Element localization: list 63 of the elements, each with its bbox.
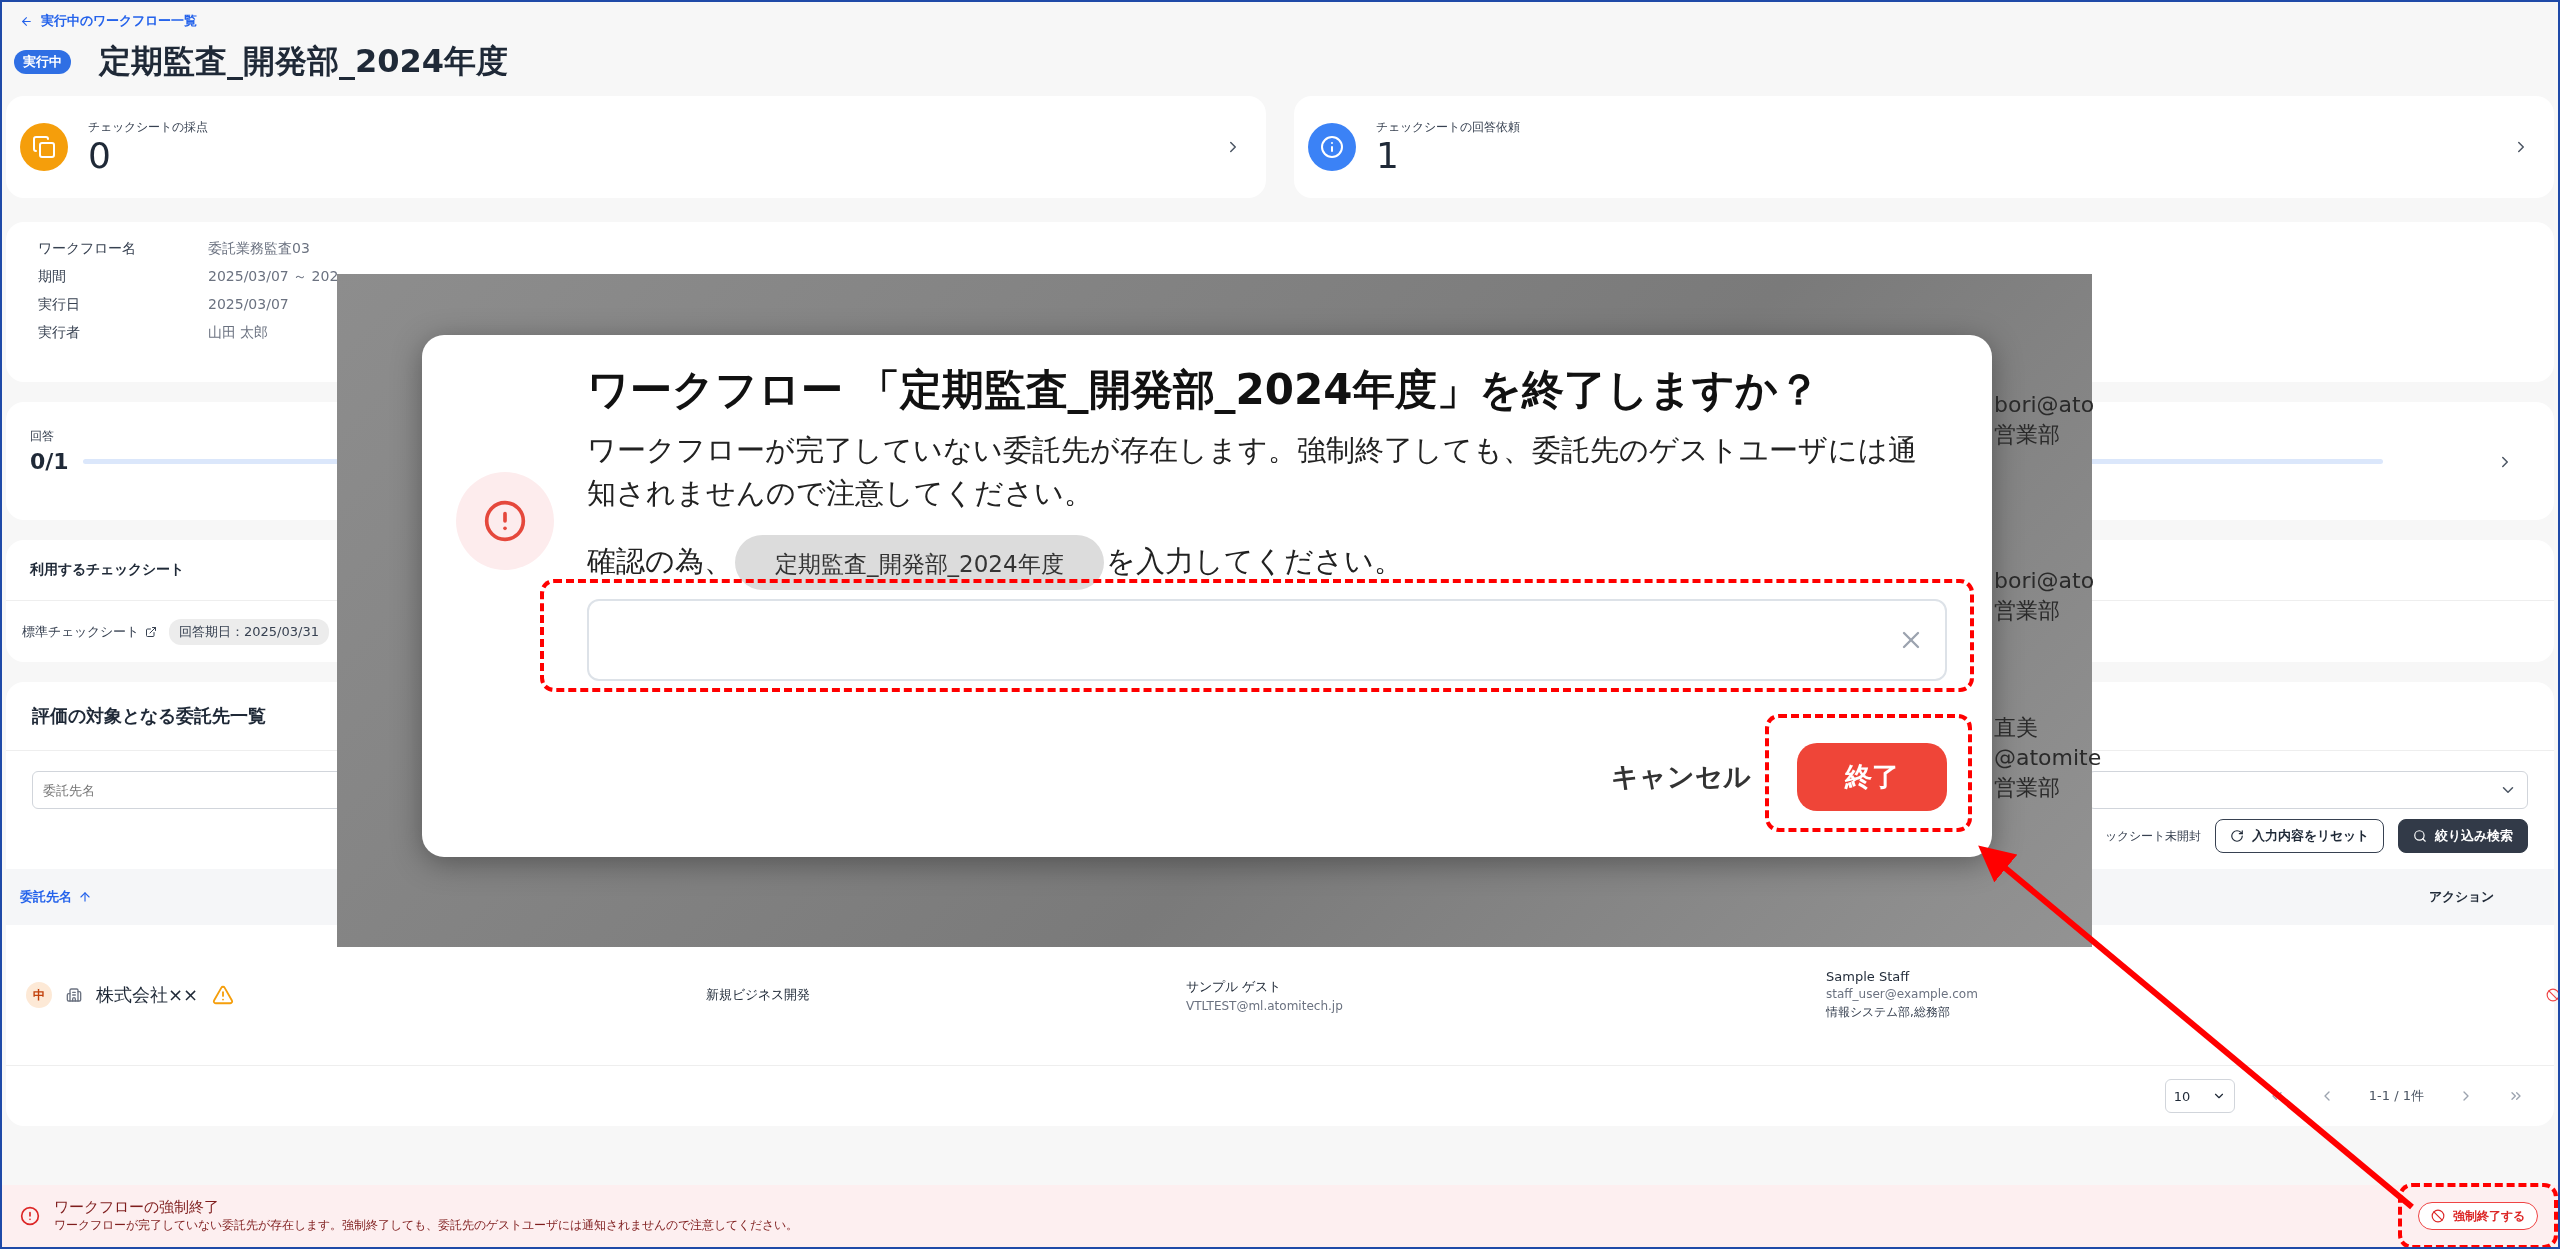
background-department: 営業部 xyxy=(1994,597,2060,625)
info-value: 2025/03/07 xyxy=(208,296,290,314)
building-icon xyxy=(66,987,82,1003)
background-department: 営業部 xyxy=(1994,774,2060,802)
back-link[interactable]: 実行中のワークフロー一覧 xyxy=(14,12,2546,30)
business-cell-text: 新規ビジネス開発 xyxy=(706,986,811,1004)
confirm-chip: 定期監査_開発部_2024年度 xyxy=(735,534,1104,590)
section-heading: 評価の対象となる委託先一覧 xyxy=(32,704,266,728)
alert-icon xyxy=(20,1206,40,1226)
cancel-button[interactable]: キャンセル xyxy=(1605,758,1757,796)
column-header[interactable]: アクション xyxy=(2429,888,2494,906)
reset-button[interactable]: 入力内容をリセット xyxy=(2215,819,2384,853)
filter-option[interactable]: ックシート未開封 xyxy=(2105,827,2201,845)
info-value: 2025/03/07 ～ 202 xyxy=(208,268,340,286)
info-value: 山田 太郎 xyxy=(208,324,270,342)
status-badge: 実行中 xyxy=(14,50,71,74)
stat-card[interactable]: チェックシートの採点 0 xyxy=(6,96,1266,198)
external-link-icon xyxy=(145,625,157,638)
company-name: 株式会社×× xyxy=(96,983,199,1007)
info-label: 実行日 xyxy=(38,296,81,314)
stat-label: チェックシートの回答依頼 xyxy=(1376,118,1520,136)
background-department: 営業部 xyxy=(1994,421,2060,449)
alert-message: ワークフローが完了していない委託先が存在します。強制終了しても、委託先のゲストユーザには通知されませんので注意してください。 xyxy=(54,1217,799,1234)
info-icon xyxy=(1320,135,1344,159)
section-heading: 利用するチェックシート xyxy=(30,561,184,579)
copy-icon xyxy=(32,135,56,159)
guest-email: VTLTEST@ml.atomitech.jp xyxy=(1186,998,1344,1013)
page-title: 定期監査_開発部_2024年度 xyxy=(99,41,509,82)
ban-icon xyxy=(2431,1209,2445,1223)
staff-email: staff_user@example.com xyxy=(1826,987,1979,1001)
info-label: ワークフロー名 xyxy=(38,240,137,258)
stat-card[interactable]: チェックシートの回答依頼 1 xyxy=(1294,96,2554,198)
stat-value: 0 xyxy=(88,135,112,176)
answer-label: 回答 xyxy=(30,428,54,445)
answer-count: 0/1 xyxy=(30,449,69,474)
dialog-message: ワークフローが完了していない委託先が存在します。強制終了しても、委託先のゲストユーザには通知されませんので注意してください。 xyxy=(587,432,1918,512)
back-arrow-icon xyxy=(20,14,33,28)
staff-department: 情報システム部,総務部 xyxy=(1826,1004,1951,1021)
column-header[interactable]: 委託先名 xyxy=(20,888,92,906)
guest-name: サンプル ゲスト xyxy=(1186,977,1283,996)
alert-title: ワークフローの強制終了 xyxy=(54,1198,220,1217)
info-label: 期間 xyxy=(38,268,67,286)
staff-name: Sample Staff xyxy=(1826,969,1911,984)
info-value: 委託業務監査03 xyxy=(208,240,311,258)
confirm-text: 確認の為、 xyxy=(587,543,733,580)
dialog-title: ワークフロー 「定期監査_開発部_2024年度」を終了しますか？ xyxy=(587,364,1821,416)
confirm-input-field[interactable] xyxy=(587,599,1947,681)
reset-icon xyxy=(2230,829,2244,843)
due-date-chip: 回答期日：2025/03/31 xyxy=(169,618,329,645)
confirm-text: を入力してください。 xyxy=(1105,543,1403,580)
search-icon xyxy=(2413,829,2427,843)
checksheet-link[interactable]: 標準チェックシート xyxy=(22,622,157,641)
stat-value: 1 xyxy=(1376,135,1400,176)
stat-label: チェックシートの採点 xyxy=(88,118,208,136)
page-range: 1-1 / 1件 xyxy=(2368,1087,2424,1105)
end-button[interactable]: 終了 xyxy=(1797,743,1947,811)
info-label: 実行者 xyxy=(38,324,81,342)
risk-badge: 中 xyxy=(26,982,52,1008)
page-size-select[interactable]: 10 xyxy=(2164,1079,2235,1113)
force-end-button[interactable]: 強制終了する xyxy=(2418,1202,2538,1230)
ban-icon[interactable] xyxy=(2546,988,2558,1002)
background-name: 直美 xyxy=(1994,714,2038,742)
search-button[interactable]: 絞り込み検索 xyxy=(2398,819,2528,853)
